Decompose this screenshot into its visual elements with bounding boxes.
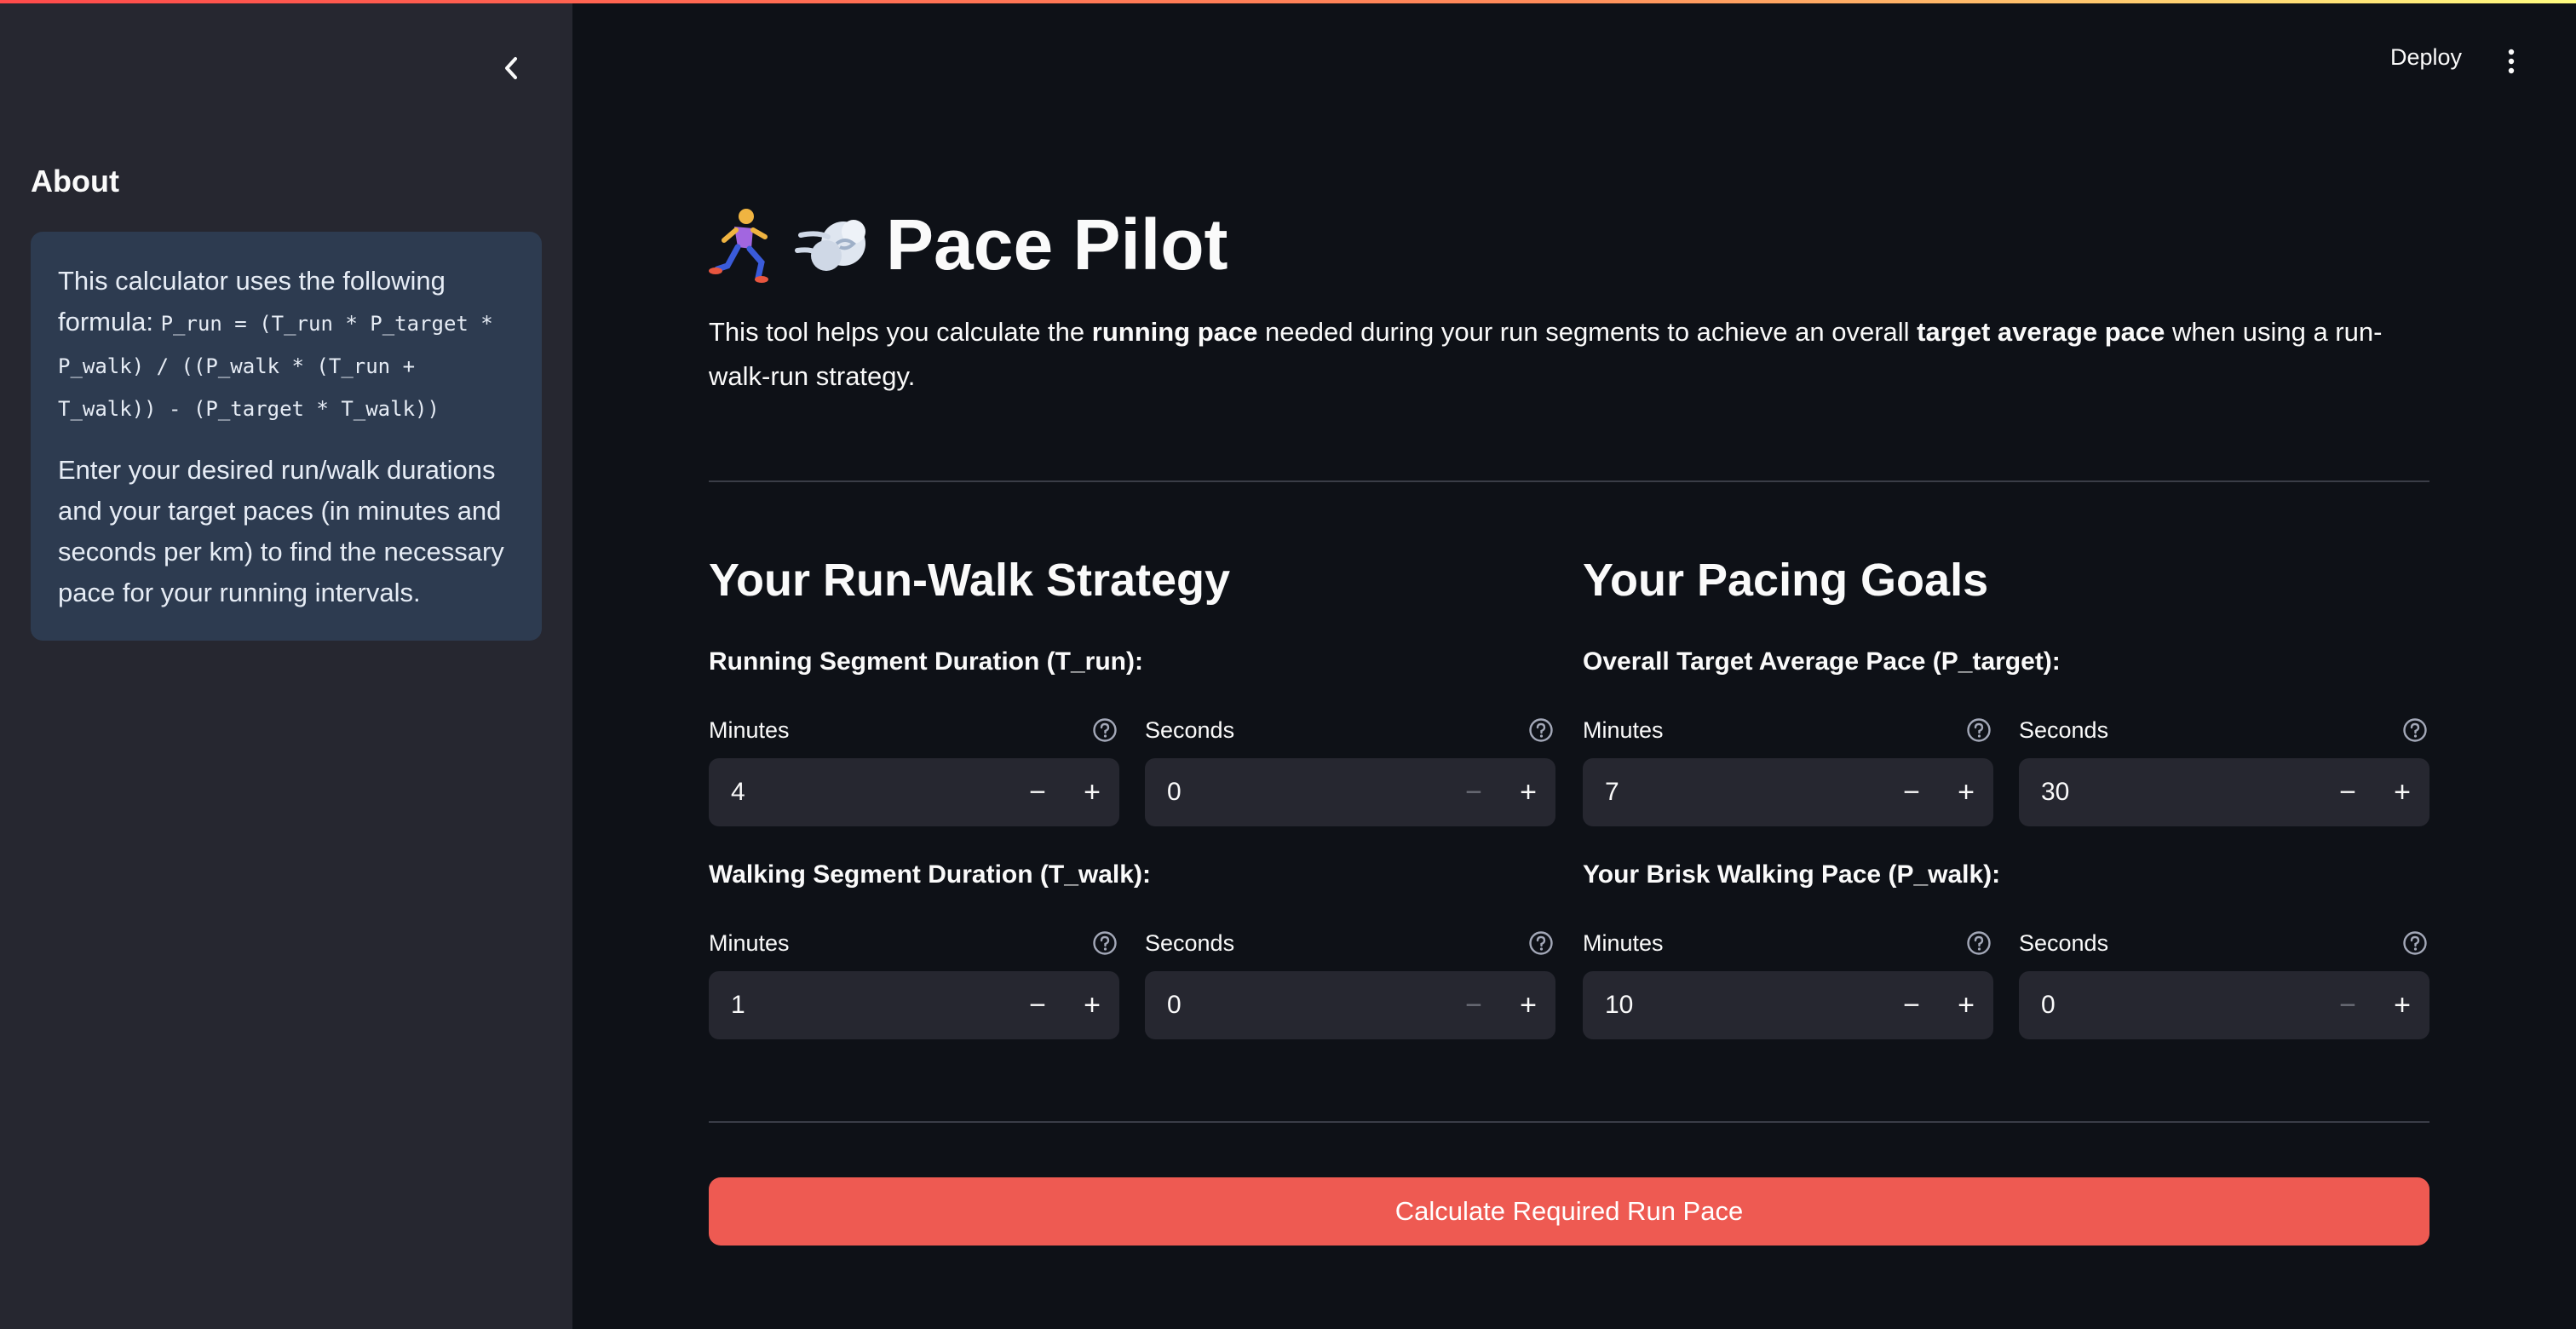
about-info-box: This calculator uses the following formu…: [31, 232, 542, 641]
run-minutes-label: Minutes: [709, 717, 790, 743]
increment-button[interactable]: +: [1065, 758, 1119, 826]
decrement-button[interactable]: −: [1884, 758, 1939, 826]
decrement-button[interactable]: −: [1010, 758, 1065, 826]
target-pace-label: Overall Target Average Pace (P_target):: [1583, 647, 2061, 676]
walking-duration-label: Walking Segment Duration (T_walk):: [709, 860, 1151, 889]
chevron-left-icon: [505, 57, 517, 79]
walk-seconds-label: Seconds: [1145, 930, 1235, 956]
run-seconds-input[interactable]: 0 − +: [1145, 758, 1555, 826]
decrement-button[interactable]: −: [1010, 971, 1065, 1039]
goals-heading: Your Pacing Goals: [1583, 555, 1989, 606]
info-instructions: Enter your desired run/walk durations an…: [58, 455, 504, 607]
help-icon[interactable]: [1966, 930, 1992, 956]
page-title: Pace Pilot: [886, 204, 1228, 285]
dash-cloud-emoji-icon: [794, 206, 872, 283]
intro-bold-running-pace: running pace: [1091, 317, 1258, 347]
target-seconds-value[interactable]: 30: [2019, 778, 2320, 807]
increment-button[interactable]: +: [1939, 971, 1993, 1039]
decrement-button[interactable]: −: [2320, 971, 2375, 1039]
target-minutes-input[interactable]: 7 − +: [1583, 758, 1993, 826]
divider-top: [709, 480, 2429, 482]
deploy-button[interactable]: Deploy: [2390, 44, 2462, 78]
decrement-button[interactable]: −: [2320, 758, 2375, 826]
sidebar: About This calculator uses the following…: [0, 0, 572, 1329]
increment-button[interactable]: +: [1939, 758, 1993, 826]
increment-button[interactable]: +: [1065, 971, 1119, 1039]
help-icon[interactable]: [2402, 930, 2428, 956]
walkpace-seconds-input[interactable]: 0 − +: [2019, 971, 2429, 1039]
strategy-heading: Your Run-Walk Strategy: [709, 555, 1231, 606]
running-duration-label: Running Segment Duration (T_run):: [709, 647, 1143, 676]
help-icon[interactable]: [1528, 717, 1554, 743]
help-icon[interactable]: [1092, 717, 1118, 743]
walk-minutes-label: Minutes: [709, 930, 790, 956]
sidebar-title: About: [31, 164, 119, 198]
more-vertical-icon: [2508, 49, 2515, 74]
target-seconds-input[interactable]: 30 − +: [2019, 758, 2429, 826]
page-title-row: Pace Pilot: [709, 198, 1228, 291]
walk-seconds-input[interactable]: 0 − +: [1145, 971, 1555, 1039]
decrement-button[interactable]: −: [1446, 758, 1501, 826]
top-decoration-bar: [0, 0, 2576, 3]
collapse-sidebar-button[interactable]: [492, 49, 530, 87]
increment-button[interactable]: +: [1501, 971, 1555, 1039]
intro-bold-target-pace: target average pace: [1917, 317, 2165, 347]
increment-button[interactable]: +: [2375, 971, 2429, 1039]
decrement-button[interactable]: −: [1446, 971, 1501, 1039]
walk-minutes-input[interactable]: 1 − +: [709, 971, 1119, 1039]
intro-part-1: This tool helps you calculate the: [709, 317, 1092, 347]
walkpace-seconds-value[interactable]: 0: [2019, 991, 2320, 1020]
info-formula-paragraph: This calculator uses the following formu…: [58, 261, 515, 429]
run-minutes-value[interactable]: 4: [709, 778, 1010, 807]
target-minutes-label: Minutes: [1583, 717, 1664, 743]
help-icon[interactable]: [1528, 930, 1554, 956]
increment-button[interactable]: +: [1501, 758, 1555, 826]
run-minutes-input[interactable]: 4 − +: [709, 758, 1119, 826]
run-seconds-label: Seconds: [1145, 717, 1235, 743]
help-icon[interactable]: [1092, 930, 1118, 956]
walk-seconds-value[interactable]: 0: [1145, 991, 1446, 1020]
walkpace-minutes-value[interactable]: 10: [1583, 991, 1884, 1020]
intro-text: This tool helps you calculate the runnin…: [709, 310, 2429, 399]
runner-emoji-icon: [709, 206, 780, 283]
decrement-button[interactable]: −: [1884, 971, 1939, 1039]
divider-bottom: [709, 1121, 2429, 1123]
help-icon[interactable]: [1966, 717, 1992, 743]
intro-part-2: needed during your run segments to achie…: [1257, 317, 1918, 347]
target-minutes-value[interactable]: 7: [1583, 778, 1884, 807]
target-seconds-label: Seconds: [2019, 717, 2109, 743]
walkpace-seconds-label: Seconds: [2019, 930, 2109, 956]
walkpace-minutes-input[interactable]: 10 − +: [1583, 971, 1993, 1039]
run-seconds-value[interactable]: 0: [1145, 778, 1446, 807]
walkpace-minutes-label: Minutes: [1583, 930, 1664, 956]
main-menu-button[interactable]: [2496, 44, 2527, 78]
increment-button[interactable]: +: [2375, 758, 2429, 826]
help-icon[interactable]: [2402, 717, 2428, 743]
walk-minutes-value[interactable]: 1: [709, 991, 1010, 1020]
walking-pace-label: Your Brisk Walking Pace (P_walk):: [1583, 860, 2001, 889]
calculate-button[interactable]: Calculate Required Run Pace: [709, 1177, 2429, 1246]
